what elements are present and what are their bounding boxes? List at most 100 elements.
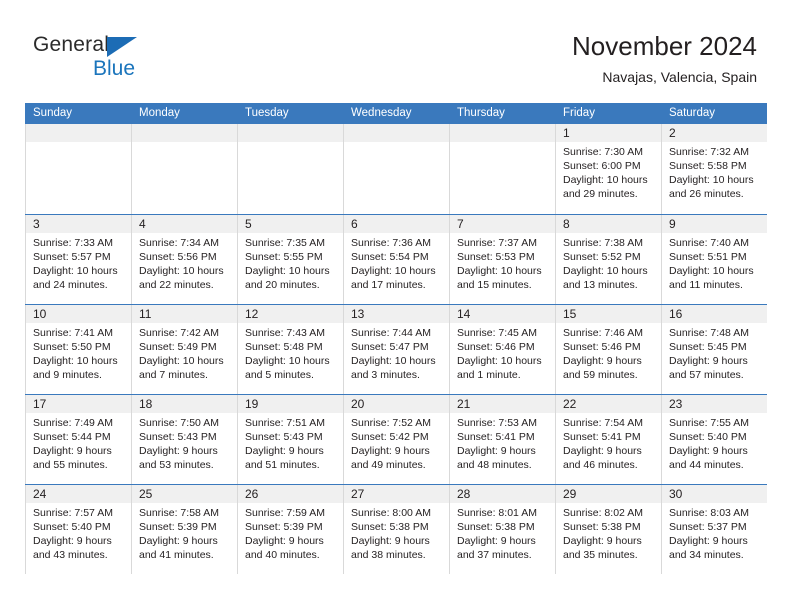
sunrise-text: Sunrise: 7:43 AM: [245, 327, 325, 339]
calendar-day-cell[interactable]: 30 Sunrise: 8:03 AM Sunset: 5:37 PM Dayligh…: [661, 485, 767, 574]
day-number: 8: [563, 217, 570, 231]
calendar-day-cell[interactable]: 15 Sunrise: 7:46 AM Sunset: 5:46 PM Dayligh…: [555, 305, 661, 394]
calendar-day-cell[interactable]: 11 Sunrise: 7:42 AM Sunset: 5:49 PM Dayligh…: [131, 305, 237, 394]
calendar-day-cell[interactable]: 16 Sunrise: 7:48 AM Sunset: 5:45 PM Dayligh…: [661, 305, 767, 394]
weekday-header-saturday: Saturday: [669, 107, 716, 119]
calendar-day-cell[interactable]: 23 Sunrise: 7:55 AM Sunset: 5:40 PM Dayligh…: [661, 395, 767, 484]
day-number: 16: [669, 307, 683, 321]
daylight-text-line2: and 15 minutes.: [457, 279, 532, 291]
sunrise-text: Sunrise: 7:52 AM: [351, 417, 431, 429]
calendar-day-cell-empty: [237, 124, 343, 214]
calendar-day-cell[interactable]: 29 Sunrise: 8:02 AM Sunset: 5:38 PM Dayligh…: [555, 485, 661, 574]
day-details: Sunrise: 7:51 AM Sunset: 5:43 PM Daylight:…: [245, 416, 336, 472]
logo-text-general: General: [33, 33, 110, 56]
logo-triangle-icon: [107, 37, 137, 57]
day-details: Sunrise: 7:34 AM Sunset: 5:56 PM Daylight:…: [139, 236, 230, 292]
sunrise-text: Sunrise: 8:03 AM: [669, 507, 749, 519]
calendar-day-cell[interactable]: 8 Sunrise: 7:38 AM Sunset: 5:52 PM Daylight…: [555, 215, 661, 304]
daylight-text-line2: and 46 minutes.: [563, 459, 638, 471]
daylight-text-line2: and 13 minutes.: [563, 279, 638, 291]
calendar-day-cell[interactable]: 3 Sunrise: 7:33 AM Sunset: 5:57 PM Daylight…: [25, 215, 131, 304]
sunset-text: Sunset: 5:39 PM: [139, 521, 217, 533]
calendar-day-cell[interactable]: 5 Sunrise: 7:35 AM Sunset: 5:55 PM Daylight…: [237, 215, 343, 304]
sunset-text: Sunset: 5:43 PM: [245, 431, 323, 443]
day-details: Sunrise: 7:40 AM Sunset: 5:51 PM Daylight:…: [669, 236, 760, 292]
calendar-grid: Sunday Monday Tuesday Wednesday Thursday Frid…: [25, 103, 767, 574]
calendar-day-cell[interactable]: 17 Sunrise: 7:49 AM Sunset: 5:44 PM Dayligh…: [25, 395, 131, 484]
daylight-text-line1: Daylight: 9 hours: [563, 445, 642, 457]
day-details: Sunrise: 7:46 AM Sunset: 5:46 PM Daylight:…: [563, 326, 654, 382]
sunrise-text: Sunrise: 7:30 AM: [563, 146, 643, 158]
calendar-day-cell[interactable]: 26 Sunrise: 7:59 AM Sunset: 5:39 PM Dayligh…: [237, 485, 343, 574]
day-number: 29: [563, 487, 577, 501]
day-number: 10: [33, 307, 47, 321]
day-details: Sunrise: 7:58 AM Sunset: 5:39 PM Daylight:…: [139, 506, 230, 562]
day-number: 18: [139, 397, 153, 411]
calendar-day-cell[interactable]: 14 Sunrise: 7:45 AM Sunset: 5:46 PM Dayligh…: [449, 305, 555, 394]
day-details: Sunrise: 7:55 AM Sunset: 5:40 PM Daylight:…: [669, 416, 760, 472]
calendar-day-cell[interactable]: 20 Sunrise: 7:52 AM Sunset: 5:42 PM Dayligh…: [343, 395, 449, 484]
page-header: General Blue November 2024 Navajas, Vale…: [0, 0, 792, 100]
calendar-day-cell[interactable]: 1 Sunrise: 7:30 AM Sunset: 6:00 PM Daylight…: [555, 124, 661, 214]
daylight-text-line2: and 29 minutes.: [563, 188, 638, 200]
daylight-text-line2: and 7 minutes.: [139, 369, 208, 381]
sunset-text: Sunset: 5:37 PM: [669, 521, 747, 533]
calendar-day-cell[interactable]: 27 Sunrise: 8:00 AM Sunset: 5:38 PM Dayligh…: [343, 485, 449, 574]
daylight-text-line1: Daylight: 10 hours: [351, 355, 436, 367]
calendar-day-cell[interactable]: 24 Sunrise: 7:57 AM Sunset: 5:40 PM Dayligh…: [25, 485, 131, 574]
day-details: Sunrise: 7:41 AM Sunset: 5:50 PM Daylight:…: [33, 326, 124, 382]
day-number: 17: [33, 397, 47, 411]
day-details: Sunrise: 7:42 AM Sunset: 5:49 PM Daylight:…: [139, 326, 230, 382]
daylight-text-line1: Daylight: 9 hours: [457, 535, 536, 547]
day-number: 5: [245, 217, 252, 231]
calendar-day-cell-empty: [343, 124, 449, 214]
sunset-text: Sunset: 5:56 PM: [139, 251, 217, 263]
sunrise-text: Sunrise: 7:36 AM: [351, 237, 431, 249]
sunset-text: Sunset: 6:00 PM: [563, 160, 641, 172]
calendar-day-cell[interactable]: 13 Sunrise: 7:44 AM Sunset: 5:47 PM Dayligh…: [343, 305, 449, 394]
general-blue-logo[interactable]: General Blue: [33, 33, 213, 81]
calendar-day-cell[interactable]: 9 Sunrise: 7:40 AM Sunset: 5:51 PM Daylight…: [661, 215, 767, 304]
calendar-day-cell[interactable]: 12 Sunrise: 7:43 AM Sunset: 5:48 PM Dayligh…: [237, 305, 343, 394]
sunset-text: Sunset: 5:39 PM: [245, 521, 323, 533]
daylight-text-line1: Daylight: 10 hours: [563, 174, 648, 186]
daylight-text-line1: Daylight: 9 hours: [139, 445, 218, 457]
daylight-text-line2: and 49 minutes.: [351, 459, 426, 471]
day-number: 28: [457, 487, 471, 501]
day-number: 6: [351, 217, 358, 231]
calendar-day-cell[interactable]: 25 Sunrise: 7:58 AM Sunset: 5:39 PM Dayligh…: [131, 485, 237, 574]
sunset-text: Sunset: 5:40 PM: [33, 521, 111, 533]
day-number: 30: [669, 487, 683, 501]
calendar-day-cell[interactable]: 19 Sunrise: 7:51 AM Sunset: 5:43 PM Dayligh…: [237, 395, 343, 484]
sunset-text: Sunset: 5:42 PM: [351, 431, 429, 443]
sunrise-text: Sunrise: 7:51 AM: [245, 417, 325, 429]
day-number: 12: [245, 307, 259, 321]
calendar-day-cell[interactable]: 2 Sunrise: 7:32 AM Sunset: 5:58 PM Daylight…: [661, 124, 767, 214]
sunset-text: Sunset: 5:40 PM: [669, 431, 747, 443]
daylight-text-line1: Daylight: 9 hours: [139, 535, 218, 547]
sunrise-text: Sunrise: 7:42 AM: [139, 327, 219, 339]
calendar-day-cell-empty: [449, 124, 555, 214]
calendar-day-cell[interactable]: 28 Sunrise: 8:01 AM Sunset: 5:38 PM Dayligh…: [449, 485, 555, 574]
daylight-text-line1: Daylight: 9 hours: [351, 445, 430, 457]
calendar-day-cell[interactable]: 18 Sunrise: 7:50 AM Sunset: 5:43 PM Dayligh…: [131, 395, 237, 484]
weekday-header-thursday: Thursday: [457, 107, 505, 119]
daylight-text-line2: and 35 minutes.: [563, 549, 638, 561]
daylight-text-line1: Daylight: 9 hours: [563, 535, 642, 547]
calendar-weeks: 1 Sunrise: 7:30 AM Sunset: 6:00 PM Daylight…: [25, 124, 767, 574]
sunset-text: Sunset: 5:38 PM: [351, 521, 429, 533]
calendar-day-cell[interactable]: 4 Sunrise: 7:34 AM Sunset: 5:56 PM Daylight…: [131, 215, 237, 304]
sunset-text: Sunset: 5:57 PM: [33, 251, 111, 263]
sunset-text: Sunset: 5:46 PM: [563, 341, 641, 353]
calendar-day-cell[interactable]: 6 Sunrise: 7:36 AM Sunset: 5:54 PM Daylight…: [343, 215, 449, 304]
daylight-text-line2: and 40 minutes.: [245, 549, 320, 561]
daylight-text-line2: and 48 minutes.: [457, 459, 532, 471]
calendar-day-cell[interactable]: 22 Sunrise: 7:54 AM Sunset: 5:41 PM Dayligh…: [555, 395, 661, 484]
daylight-text-line1: Daylight: 10 hours: [245, 265, 330, 277]
day-details: Sunrise: 7:38 AM Sunset: 5:52 PM Daylight:…: [563, 236, 654, 292]
calendar-day-cell[interactable]: 10 Sunrise: 7:41 AM Sunset: 5:50 PM Dayligh…: [25, 305, 131, 394]
calendar-day-cell[interactable]: 7 Sunrise: 7:37 AM Sunset: 5:53 PM Daylight…: [449, 215, 555, 304]
day-number: 24: [33, 487, 47, 501]
day-details: Sunrise: 7:50 AM Sunset: 5:43 PM Daylight:…: [139, 416, 230, 472]
calendar-day-cell[interactable]: 21 Sunrise: 7:53 AM Sunset: 5:41 PM Dayligh…: [449, 395, 555, 484]
